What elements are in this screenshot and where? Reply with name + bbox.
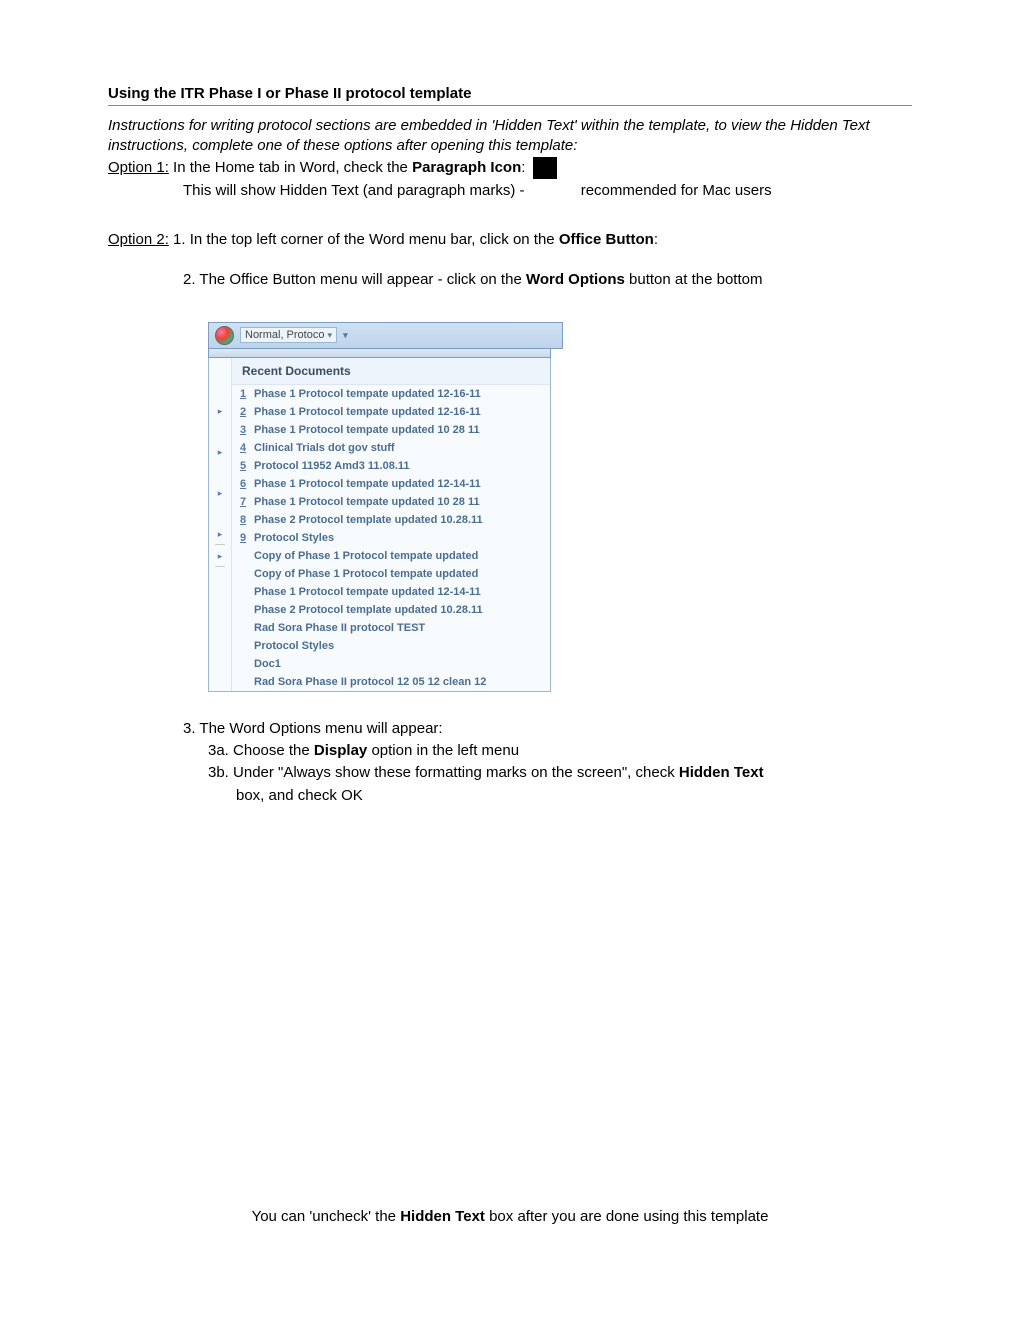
intro-text: Instructions for writing protocol sectio… (108, 116, 912, 155)
paragraph-icon (533, 157, 557, 179)
recent-document-item: 1Phase 1 Protocol tempate updated 12-16-… (232, 385, 550, 403)
chevron-icon: ▸ (209, 551, 231, 562)
recent-document-item: 0Protocol Styles (232, 637, 550, 655)
qat-arrow-icon: ▾ (343, 330, 348, 341)
option1-line2: This will show Hidden Text (and paragrap… (108, 181, 912, 201)
option2-step2: 2. The Office Button menu will appear - … (108, 270, 912, 290)
option1-label: Option 1: (108, 158, 169, 178)
recent-document-item: 5Protocol 11952 Amd3 11.08.11 (232, 457, 550, 475)
word-qat-bar: Normal, Protoco ▾ ▾ (208, 322, 563, 349)
option2-label: Option 2: (108, 230, 169, 250)
option2-step2c: button at the bottom (625, 271, 763, 288)
option2-step1c: : (654, 231, 658, 248)
option1-text-c: : (521, 159, 525, 176)
recent-document-item: 2Phase 1 Protocol tempate updated 12-16-… (232, 403, 550, 421)
recent-document-item: 0Doc1 (232, 655, 550, 673)
option2-step3b: 3b. Under "Always show these formatting … (108, 763, 912, 783)
word-screenshot: Normal, Protoco ▾ ▾ ▸ ▸ ▸ ▸ ▸ Recent Doc… (208, 322, 912, 692)
chevron-icon: ▸ (209, 529, 231, 540)
option2-step3: 3. The Word Options menu will appear: (108, 719, 912, 739)
word-options-bold: Word Options (526, 271, 625, 288)
office-button-bold: Office Button (559, 231, 654, 248)
option2-step3b-cont: box, and check OK (108, 786, 912, 806)
office-button-icon (215, 326, 234, 345)
option1-text-a: In the Home tab in Word, check the (169, 159, 412, 176)
recent-document-item: 0Copy of Phase 1 Protocol tempate update… (232, 565, 550, 583)
recent-documents-header: Recent Documents (232, 358, 550, 385)
recent-document-item: 7Phase 1 Protocol tempate updated 10 28 … (232, 493, 550, 511)
recent-document-item: 6Phase 1 Protocol tempate updated 12-14-… (232, 475, 550, 493)
footer-c: box after you are done using this templa… (485, 1208, 769, 1225)
option1-line1: Option 1: In the Home tab in Word, check… (108, 157, 912, 179)
step3b-a: 3b. Under "Always show these formatting … (208, 764, 679, 781)
option1-line2b: recommended for Mac users (581, 181, 772, 201)
chevron-icon: ▸ (209, 488, 231, 499)
paragraph-icon-bold: Paragraph Icon (412, 159, 521, 176)
recent-document-item: 0Rad Sora Phase II protocol 12 05 12 cle… (232, 673, 550, 691)
recent-document-item: 3Phase 1 Protocol tempate updated 10 28 … (232, 421, 550, 439)
recent-document-item: 0Phase 2 Protocol template updated 10.28… (232, 601, 550, 619)
recent-document-item: 8Phase 2 Protocol template updated 10.28… (232, 511, 550, 529)
option2-step1a: 1. In the top left corner of the Word me… (169, 231, 559, 248)
recent-document-item: 4Clinical Trials dot gov stuff (232, 439, 550, 457)
option2-step3a: 3a. Choose the Display option in the lef… (108, 741, 912, 761)
recent-document-item: 0Copy of Phase 1 Protocol tempate update… (232, 547, 550, 565)
footer-note: You can 'uncheck' the Hidden Text box af… (108, 1208, 912, 1225)
step3a-a: 3a. Choose the (208, 742, 314, 759)
recent-document-item: 0Rad Sora Phase II protocol TEST (232, 619, 550, 637)
chevron-icon: ▸ (209, 447, 231, 458)
step3a-c: option in the left menu (367, 742, 519, 759)
option2-step2a: 2. The Office Button menu will appear - … (183, 271, 526, 288)
recent-document-item: 0Phase 1 Protocol tempate updated 12-14-… (232, 583, 550, 601)
footer-hidden-text-bold: Hidden Text (400, 1208, 485, 1225)
word-ribbon-strip (208, 349, 551, 358)
hidden-text-bold: Hidden Text (679, 764, 764, 781)
option2-step1: Option 2: 1. In the top left corner of t… (108, 230, 912, 250)
recent-document-item: 9Protocol Styles (232, 529, 550, 547)
page-title: Using the ITR Phase I or Phase II protoc… (108, 85, 912, 106)
option1-line2a: This will show Hidden Text (and paragrap… (183, 182, 525, 199)
office-menu-left: ▸ ▸ ▸ ▸ ▸ (209, 358, 232, 691)
display-bold: Display (314, 742, 367, 759)
footer-a: You can 'uncheck' the (252, 1208, 401, 1225)
qat-style-box: Normal, Protoco ▾ (240, 327, 337, 343)
chevron-icon: ▸ (209, 406, 231, 417)
